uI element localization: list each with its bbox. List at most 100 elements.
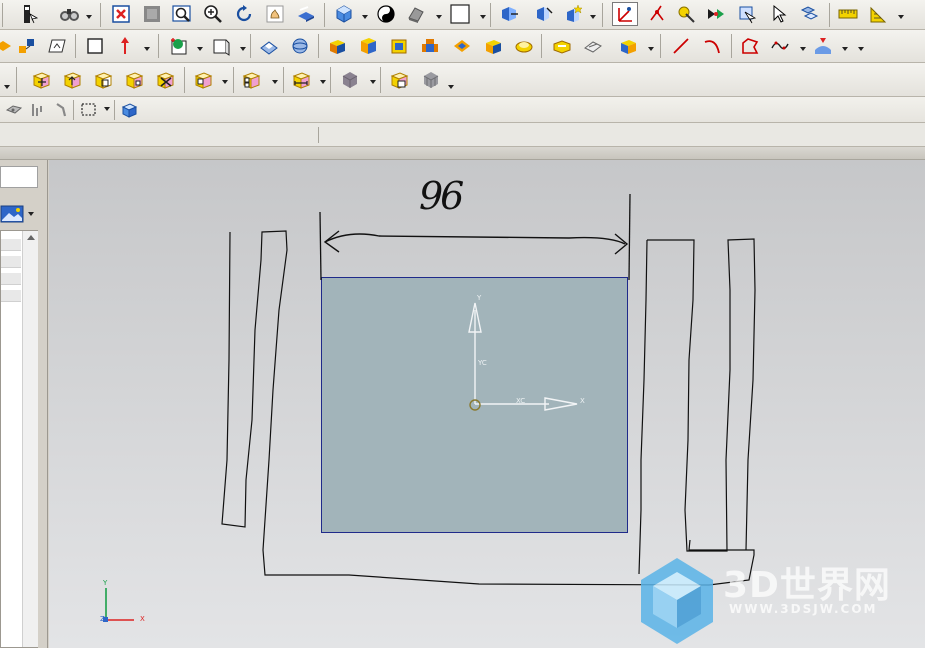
resize-face-icon[interactable]	[190, 68, 216, 92]
rectangle-icon[interactable]	[82, 34, 108, 58]
navigator-image-button[interactable]	[0, 202, 34, 226]
toolbar-separator	[250, 34, 251, 58]
pad-icon[interactable]	[511, 34, 537, 58]
sphere-icon[interactable]	[417, 34, 443, 58]
feature-group-icon[interactable]	[615, 34, 641, 58]
info-icon[interactable]	[16, 2, 42, 26]
list-item[interactable]	[1, 256, 21, 268]
snap-view-icon[interactable]	[530, 2, 556, 26]
arrow-icon[interactable]	[112, 34, 138, 58]
measure-icon[interactable]	[835, 2, 861, 26]
edge-select-icon[interactable]	[24, 98, 50, 122]
toolbar-separator	[380, 67, 381, 93]
cursor-icon[interactable]	[766, 2, 792, 26]
sketch-plane-icon[interactable]	[44, 34, 70, 58]
navigator-tree[interactable]	[0, 230, 38, 648]
point-icon[interactable]	[644, 2, 670, 26]
chevron-down-icon[interactable]	[362, 15, 368, 19]
arc-icon[interactable]	[699, 34, 725, 58]
scroll-up-icon[interactable]	[27, 235, 35, 240]
surface-icon[interactable]	[810, 34, 836, 58]
chevron-down-icon[interactable]	[272, 80, 278, 84]
cone-icon[interactable]	[386, 34, 412, 58]
chevron-down-icon[interactable]	[197, 47, 203, 51]
constraint-icon[interactable]	[14, 34, 40, 58]
line-icon[interactable]	[668, 34, 694, 58]
datum-csys-icon[interactable]	[612, 2, 638, 26]
chevron-down-icon[interactable]	[240, 47, 246, 51]
synchronous-icon[interactable]	[418, 68, 444, 92]
orient-view-icon[interactable]	[496, 2, 522, 26]
move-face-icon[interactable]	[28, 68, 54, 92]
pattern-face-icon[interactable]	[238, 68, 264, 92]
pan-icon[interactable]	[262, 2, 288, 26]
hole-icon[interactable]	[449, 34, 475, 58]
shaded-view-icon[interactable]	[293, 2, 319, 26]
zoom-icon[interactable]	[200, 2, 226, 26]
fit-view-icon[interactable]	[108, 2, 134, 26]
graphics-viewport[interactable]: 96 Y YC XC X Y X Z 3D世界网 WWW.3DSJW.COM	[49, 160, 925, 648]
render-style-icon[interactable]	[331, 2, 357, 26]
group-face-icon[interactable]	[386, 68, 412, 92]
chevron-down-icon[interactable]	[4, 85, 10, 89]
chevron-down-icon[interactable]	[448, 85, 454, 89]
datum-axis-icon[interactable]	[208, 34, 234, 58]
chevron-down-icon[interactable]	[898, 15, 904, 19]
select-body-icon[interactable]	[116, 98, 142, 122]
replace-face-icon[interactable]	[121, 68, 147, 92]
triad-x-label: X	[140, 615, 145, 623]
select-icon[interactable]	[703, 2, 729, 26]
list-item[interactable]	[1, 273, 21, 285]
spotlight-icon[interactable]	[560, 2, 586, 26]
list-item[interactable]	[1, 290, 21, 302]
filter-icon[interactable]	[734, 2, 760, 26]
cylinder-icon[interactable]	[355, 34, 381, 58]
extrude-icon[interactable]	[256, 34, 282, 58]
chevron-down-icon[interactable]	[144, 47, 150, 51]
chevron-down-icon[interactable]	[590, 15, 596, 19]
binoculars-icon[interactable]	[56, 2, 82, 26]
chevron-down-icon[interactable]	[28, 212, 34, 216]
vertical-scrollbar[interactable]	[22, 231, 38, 647]
chevron-down-icon[interactable]	[104, 107, 110, 111]
dimension-line	[324, 233, 626, 245]
revolve-icon[interactable]	[287, 34, 313, 58]
ruler-icon[interactable]	[866, 2, 892, 26]
datum-plane-icon[interactable]	[166, 34, 192, 58]
background-icon[interactable]	[447, 2, 473, 26]
groove-icon[interactable]	[580, 34, 606, 58]
chevron-down-icon[interactable]	[800, 47, 806, 51]
toolbar-feature	[0, 30, 925, 63]
chevron-down-icon[interactable]	[86, 15, 92, 19]
curve-through-points-icon[interactable]	[767, 34, 793, 58]
chevron-down-icon[interactable]	[222, 80, 228, 84]
wand-icon[interactable]	[673, 2, 699, 26]
offset-region-icon[interactable]	[90, 68, 116, 92]
zoom-region-icon[interactable]	[169, 2, 195, 26]
zoom-window-icon[interactable]	[139, 2, 165, 26]
chevron-down-icon[interactable]	[370, 80, 376, 84]
show-hide-icon[interactable]	[796, 2, 822, 26]
boss-icon[interactable]	[480, 34, 506, 58]
rectangle-select-icon[interactable]	[76, 98, 102, 122]
chevron-down-icon[interactable]	[320, 80, 326, 84]
slot-icon[interactable]	[549, 34, 575, 58]
spline-icon[interactable]	[737, 34, 763, 58]
rotate-icon[interactable]	[231, 2, 257, 26]
chevron-down-icon[interactable]	[648, 47, 654, 51]
linear-dimension-icon[interactable]	[288, 68, 314, 92]
chevron-down-icon[interactable]	[858, 47, 864, 51]
chevron-down-icon[interactable]	[842, 47, 848, 51]
vertex-select-icon[interactable]	[48, 98, 74, 122]
yin-yang-icon[interactable]	[373, 2, 399, 26]
chevron-down-icon[interactable]	[436, 15, 442, 19]
pull-face-icon[interactable]	[59, 68, 85, 92]
block-icon[interactable]	[324, 34, 350, 58]
shell-body-icon[interactable]	[337, 68, 363, 92]
chevron-down-icon[interactable]	[480, 15, 486, 19]
section-view-icon[interactable]	[403, 2, 429, 26]
handdrawn-outline-left-outer	[221, 230, 755, 586]
list-item[interactable]	[1, 239, 21, 251]
delete-face-icon[interactable]	[152, 68, 178, 92]
navigator-header[interactable]	[0, 166, 38, 188]
